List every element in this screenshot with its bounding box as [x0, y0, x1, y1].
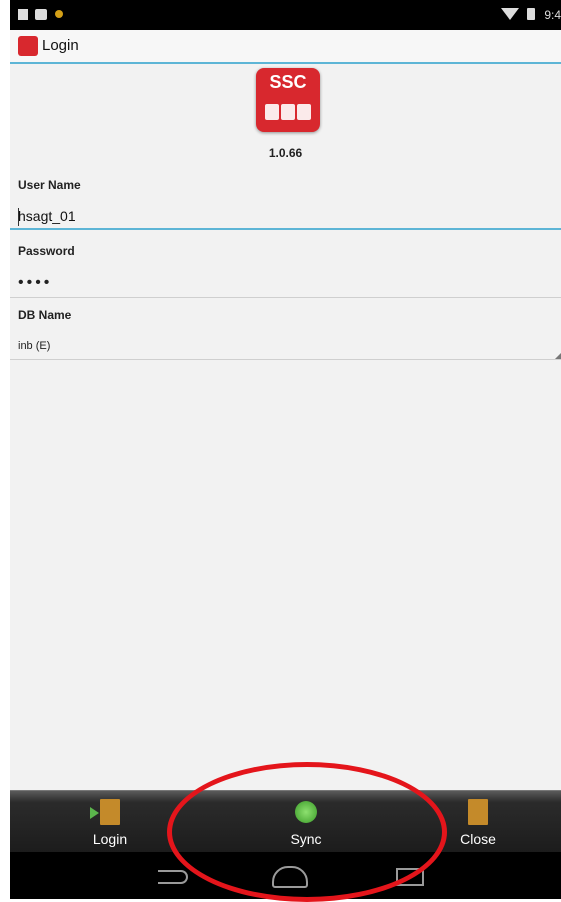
app-icon [18, 36, 38, 56]
logo-glyph-icon [297, 104, 311, 120]
page-title: Login [42, 37, 79, 54]
user-name-value: hsagt_01 [18, 208, 76, 224]
close-door-icon [468, 799, 488, 825]
logo-glyph-icon [265, 104, 279, 120]
db-name-value: inb (E) [18, 340, 51, 352]
title-bar: Login [10, 30, 561, 64]
logo-glyphs [262, 104, 314, 122]
login-label: Login [92, 831, 128, 847]
user-name-label: User Name [18, 178, 81, 192]
field-underline [10, 228, 561, 230]
password-field[interactable]: •••• [10, 272, 561, 298]
highlight-annotation [167, 762, 447, 902]
logo-text: SSC [269, 72, 307, 92]
logo-glyph-icon [281, 104, 295, 120]
password-label: Password [18, 244, 75, 258]
notification-dot-icon [55, 10, 63, 18]
version-label: 1.0.66 [268, 146, 303, 160]
login-arrow-icon [90, 807, 99, 819]
notification-icon [18, 9, 28, 20]
status-bar: 9:4 [10, 0, 561, 30]
field-underline [10, 359, 561, 360]
login-door-icon [90, 799, 120, 825]
dropdown-arrow-icon [555, 353, 561, 359]
status-time: 9:4 [544, 8, 561, 22]
photo-icon [35, 9, 47, 20]
back-icon[interactable] [158, 870, 188, 884]
battery-icon [527, 8, 535, 20]
app-logo: SSC [256, 68, 320, 132]
db-name-select[interactable]: inb (E) [10, 334, 561, 360]
password-value: •••• [18, 274, 53, 291]
field-underline [10, 297, 561, 298]
db-name-label: DB Name [18, 308, 72, 322]
login-button[interactable]: Login [50, 791, 170, 853]
wifi-icon [501, 8, 519, 20]
user-name-field[interactable]: hsagt_01 [10, 204, 561, 230]
